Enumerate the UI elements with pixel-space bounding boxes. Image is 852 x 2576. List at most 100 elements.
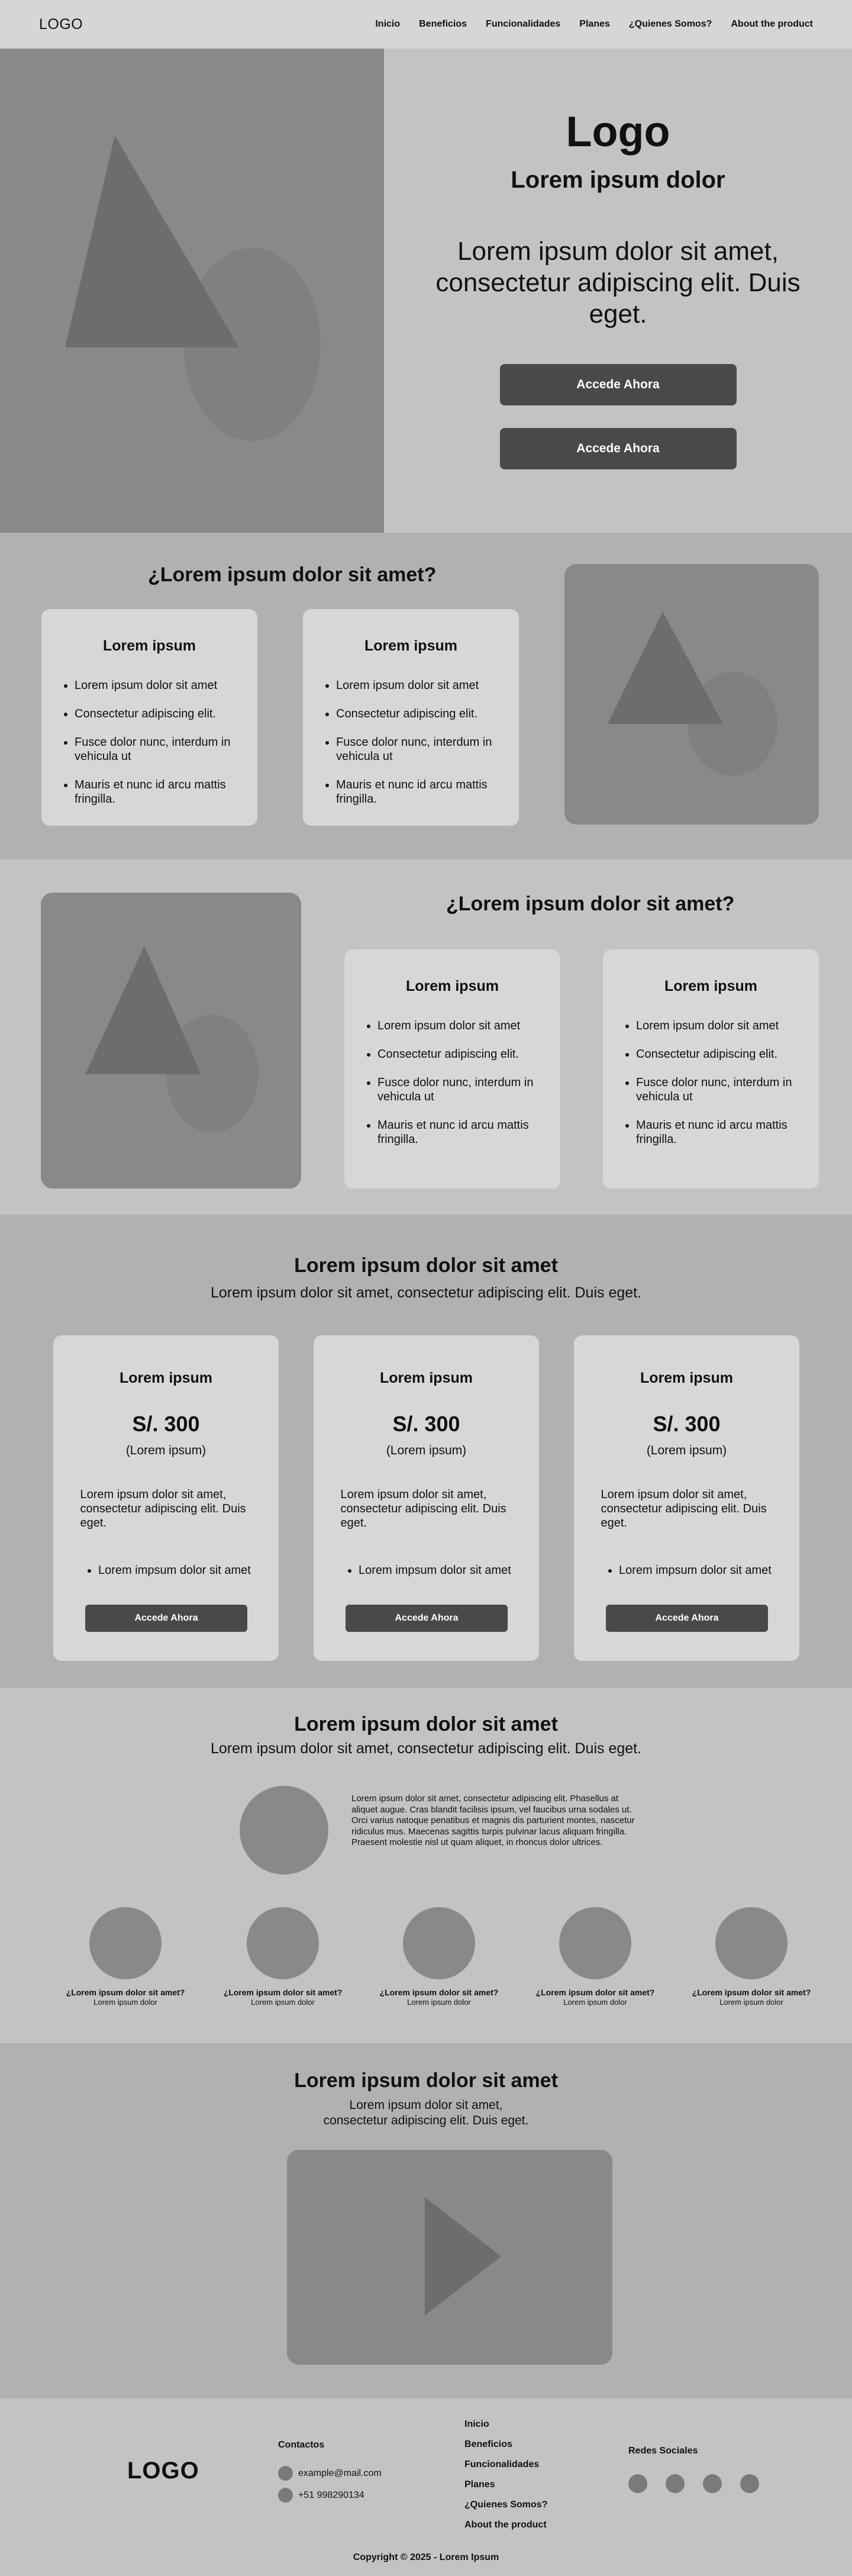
plan-price: S/. 300 xyxy=(132,1412,200,1436)
member-question: ¿Lorem ipsum dolor sit amet? xyxy=(66,1988,185,1997)
social-icon[interactable] xyxy=(628,2474,647,2493)
plan-cta-button[interactable]: Accede Ahora xyxy=(346,1605,508,1632)
list-item: Fusce dolor nunc, interdum in vehicula u… xyxy=(336,735,502,764)
about-title: Lorem ipsum dolor sit amet xyxy=(294,1713,558,1735)
footer-link-funcionalidades[interactable]: Funcionalidades xyxy=(464,2459,547,2470)
feature-card: Lorem ipsum Lorem ipsum dolor sit amet C… xyxy=(603,949,819,1189)
top-navbar: LOGO Inicio Beneficios Funcionalidades P… xyxy=(0,0,852,49)
copyright: Copyright © 2025 - Lorem Ipsum xyxy=(353,2552,499,2562)
member-role: Lorem ipsum dolor xyxy=(563,1998,627,2007)
social-icon[interactable] xyxy=(740,2474,759,2493)
pricing-subtitle: Lorem ipsum dolor sit amet, consectetur … xyxy=(210,1284,642,1301)
hero-subtitle: Lorem ipsum dolor xyxy=(511,167,725,193)
hero-section: Logo Lorem ipsum dolor Lorem ipsum dolor… xyxy=(0,49,852,533)
phone-text[interactable]: +51 998290134 xyxy=(298,2490,364,2501)
plan-title: Lorem ipsum xyxy=(120,1370,212,1386)
team-member: ¿Lorem ipsum dolor sit amet? Lorem ipsum… xyxy=(212,1907,354,2007)
social-icon[interactable] xyxy=(666,2474,685,2493)
image-placeholder-icon xyxy=(85,946,259,1133)
footer: LOGO Contactos example@mail.com +51 9982… xyxy=(0,2398,852,2576)
list-item: Lorem ipsum dolor sit amet xyxy=(75,678,241,693)
list-item: Mauris et nunc id arcu mattis fringilla. xyxy=(636,1118,802,1147)
nav-item-planes[interactable]: Planes xyxy=(579,19,610,30)
play-icon[interactable] xyxy=(287,2150,612,2365)
member-role: Lorem ipsum dolor xyxy=(407,1998,471,2007)
pricing-title: Lorem ipsum dolor sit amet xyxy=(294,1254,558,1277)
image-placeholder xyxy=(41,893,301,1189)
pricing-card: Lorem ipsum S/. 300 (Lorem ipsum) Lorem … xyxy=(314,1335,539,1661)
list-item: Mauris et nunc id arcu mattis fringilla. xyxy=(336,778,502,806)
hero-cta-button-2[interactable]: Accede Ahora xyxy=(499,428,737,470)
feature-list: Lorem ipsum dolor sit amet Consectetur a… xyxy=(377,1019,544,1147)
footer-link-beneficios[interactable]: Beneficios xyxy=(464,2439,547,2450)
nav-item-inicio[interactable]: Inicio xyxy=(375,19,400,30)
about-section: Lorem ipsum dolor sit amet Lorem ipsum d… xyxy=(0,1688,852,2043)
section-title: ¿Lorem ipsum dolor sit amet? xyxy=(446,893,735,915)
hero-image-placeholder xyxy=(0,49,384,533)
feature-card-title: Lorem ipsum xyxy=(103,637,196,654)
footer-link-inicio[interactable]: Inicio xyxy=(464,2419,547,2430)
list-item: Lorem impsum dolor sit amet xyxy=(359,1563,515,1578)
footer-link-about[interactable]: About the product xyxy=(464,2520,547,2530)
feature-card-title: Lorem ipsum xyxy=(664,978,757,994)
video-subtitle: Lorem ipsum dolor sit amet, consectetur … xyxy=(323,2098,529,2128)
nav-item-about[interactable]: About the product xyxy=(731,19,813,30)
pricing-section: Lorem ipsum dolor sit amet Lorem ipsum d… xyxy=(0,1215,852,1688)
nav-logo[interactable]: LOGO xyxy=(39,16,83,33)
plan-features: Lorem impsum dolor sit amet xyxy=(98,1563,255,1578)
footer-link-planes[interactable]: Planes xyxy=(464,2480,547,2490)
list-item: Fusce dolor nunc, interdum in vehicula u… xyxy=(377,1076,544,1104)
avatar xyxy=(240,1786,328,1875)
team-member: ¿Lorem ipsum dolor sit amet? Lorem ipsum… xyxy=(524,1907,666,2007)
plan-cta-button[interactable]: Accede Ahora xyxy=(85,1605,247,1632)
member-role: Lorem ipsum dolor xyxy=(93,1998,157,2007)
video-player[interactable] xyxy=(287,2150,612,2365)
pricing-card: Lorem ipsum S/. 300 (Lorem ipsum) Lorem … xyxy=(574,1335,799,1661)
footer-link-quienes-somos[interactable]: ¿Quienes Somos? xyxy=(464,2500,547,2510)
features-section-1: ¿Lorem ipsum dolor sit amet? Lorem ipsum… xyxy=(0,533,852,859)
social-icon[interactable] xyxy=(703,2474,722,2493)
feature-card: Lorem ipsum Lorem ipsum dolor sit amet C… xyxy=(344,949,560,1189)
team-member: ¿Lorem ipsum dolor sit amet? Lorem ipsum… xyxy=(54,1907,196,2007)
hero-cta-button-1[interactable]: Accede Ahora xyxy=(499,364,737,406)
list-item: Consectetur adipiscing elit. xyxy=(636,1047,802,1061)
list-item: Mauris et nunc id arcu mattis fringilla. xyxy=(377,1118,544,1147)
plan-description: Lorem ipsum dolor sit amet, consectetur … xyxy=(80,1488,246,1530)
feature-card: Lorem ipsum Lorem ipsum dolor sit amet C… xyxy=(303,609,519,826)
pricing-card: Lorem ipsum S/. 300 (Lorem ipsum) Lorem … xyxy=(53,1335,279,1661)
list-item: Mauris et nunc id arcu mattis fringilla. xyxy=(75,778,241,806)
list-item: Lorem ipsum dolor sit amet xyxy=(336,678,502,693)
about-subtitle: Lorem ipsum dolor sit amet, consectetur … xyxy=(210,1740,642,1757)
plan-note: (Lorem ipsum) xyxy=(646,1444,727,1457)
image-placeholder-icon xyxy=(65,136,321,441)
avatar xyxy=(715,1907,788,1979)
section-title: ¿Lorem ipsum dolor sit amet? xyxy=(148,564,437,586)
plan-cta-button[interactable]: Accede Ahora xyxy=(606,1605,768,1632)
footer-logo[interactable]: LOGO xyxy=(127,2458,199,2484)
nav-item-quienes-somos[interactable]: ¿Quienes Somos? xyxy=(629,19,712,30)
about-paragraph: Lorem ipsum dolor sit amet, consectetur … xyxy=(351,1793,635,1848)
image-placeholder xyxy=(564,564,819,825)
plan-title: Lorem ipsum xyxy=(380,1370,473,1386)
avatar xyxy=(247,1907,319,1979)
list-item: Fusce dolor nunc, interdum in vehicula u… xyxy=(636,1076,802,1104)
nav-menu: Inicio Beneficios Funcionalidades Planes… xyxy=(375,19,813,30)
nav-item-funcionalidades[interactable]: Funcionalidades xyxy=(486,19,560,30)
plan-features: Lorem impsum dolor sit amet xyxy=(619,1563,776,1578)
plan-features: Lorem impsum dolor sit amet xyxy=(359,1563,515,1578)
feature-card-title: Lorem ipsum xyxy=(364,637,457,654)
phone-icon xyxy=(278,2488,293,2503)
social-icons xyxy=(628,2474,759,2493)
contacts-heading: Contactos xyxy=(278,2440,325,2450)
feature-list: Lorem ipsum dolor sit amet Consectetur a… xyxy=(636,1019,802,1147)
hero-content: Logo Lorem ipsum dolor Lorem ipsum dolor… xyxy=(384,49,852,533)
member-role: Lorem ipsum dolor xyxy=(251,1998,315,2007)
plan-description: Lorem ipsum dolor sit amet, consectetur … xyxy=(340,1488,506,1530)
list-item: Consectetur adipiscing elit. xyxy=(377,1047,544,1061)
email-text[interactable]: example@mail.com xyxy=(298,2468,382,2479)
member-question: ¿Lorem ipsum dolor sit amet? xyxy=(223,1988,343,1997)
nav-item-beneficios[interactable]: Beneficios xyxy=(419,19,467,30)
email-icon xyxy=(278,2466,293,2481)
footer-links: Inicio Beneficios Funcionalidades Planes… xyxy=(464,2419,547,2540)
member-role: Lorem ipsum dolor xyxy=(719,1998,783,2007)
